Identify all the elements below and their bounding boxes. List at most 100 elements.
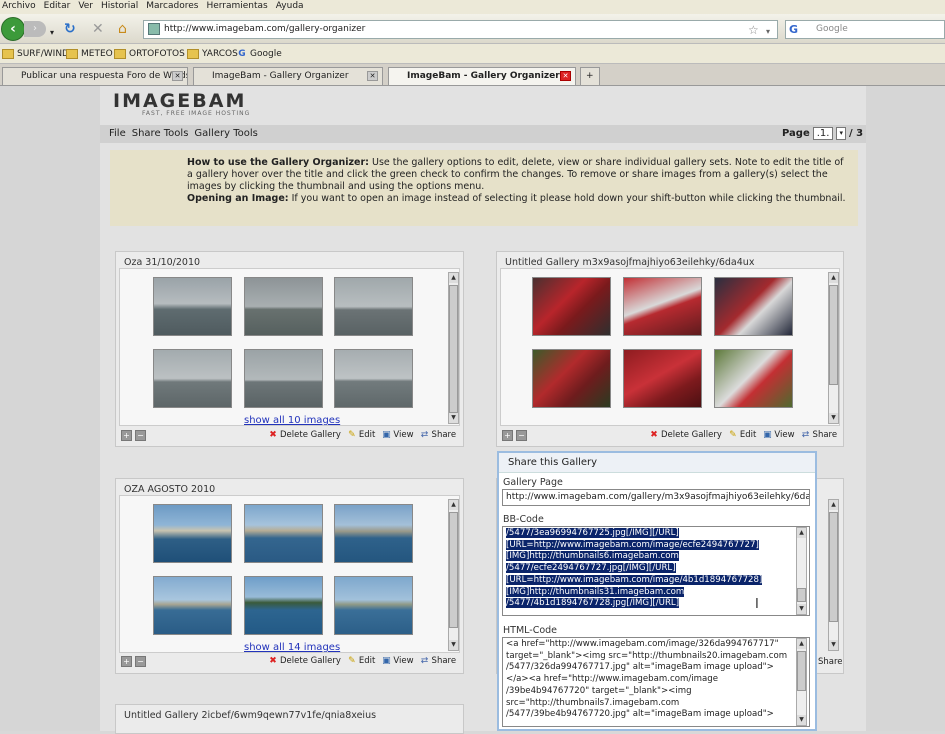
scrollbar-thumb[interactable] bbox=[829, 512, 838, 622]
menu-historial[interactable]: Historial bbox=[101, 0, 138, 14]
gallery-scrollbar[interactable]: ▲ ▼ bbox=[828, 272, 839, 424]
thumbnail[interactable] bbox=[244, 504, 323, 563]
forward-arrow-icon[interactable]: › bbox=[24, 21, 46, 37]
collapse-icon[interactable]: − bbox=[516, 430, 527, 441]
bb-code-scrollbar[interactable]: ▲ ▼ bbox=[796, 527, 807, 615]
new-tab-button[interactable]: + bbox=[580, 67, 600, 85]
menu-herramientas[interactable]: Herramientas bbox=[206, 0, 267, 14]
menu-ayuda[interactable]: Ayuda bbox=[276, 0, 304, 14]
thumbnail[interactable] bbox=[153, 576, 232, 635]
gallery-title[interactable]: Untitled Gallery 2icbef/6wm9qewn77v1fe/q… bbox=[124, 710, 376, 721]
share-button-partial[interactable]: Share bbox=[818, 657, 843, 667]
menu-editar[interactable]: Editar bbox=[44, 0, 71, 14]
bb-code-textarea[interactable]: /5477/3ea9699476772​5.jpg[/IMG][/URL] [U… bbox=[502, 526, 810, 616]
scroll-up-icon[interactable]: ▲ bbox=[449, 273, 458, 283]
html-code-textarea[interactable]: <a href="http://www.imagebam.com/image/3… bbox=[502, 637, 810, 727]
scroll-up-icon[interactable]: ▲ bbox=[449, 500, 458, 510]
thumbnail[interactable] bbox=[153, 349, 232, 408]
thumbnail[interactable] bbox=[623, 349, 702, 408]
bookmark-google[interactable]: G Google bbox=[237, 49, 281, 59]
show-all-link[interactable]: show all 10 images bbox=[244, 415, 340, 426]
thumbnail[interactable] bbox=[153, 504, 232, 563]
html-code-scrollbar[interactable]: ▲ ▼ bbox=[796, 638, 807, 726]
thumbnail[interactable] bbox=[153, 277, 232, 336]
bookmark-surf-wind[interactable]: SURF/WIND bbox=[2, 49, 69, 59]
scroll-down-icon[interactable]: ▼ bbox=[797, 715, 806, 725]
share-button[interactable]: ⇄ Share bbox=[420, 430, 456, 440]
menu-gallery-tools[interactable]: Gallery Tools bbox=[194, 125, 257, 143]
history-dropdown-icon[interactable]: ▾ bbox=[50, 24, 54, 42]
scroll-down-icon[interactable]: ▼ bbox=[829, 640, 838, 650]
gallery-scrollbar[interactable]: ▲ ▼ bbox=[828, 499, 839, 651]
tab-gallery-organizer-active[interactable]: ImageBam - Gallery Organizer ✕ bbox=[388, 67, 576, 85]
thumbnail[interactable] bbox=[244, 349, 323, 408]
bookmark-ortofotos[interactable]: ORTOFOTOS bbox=[114, 49, 185, 59]
delete-gallery-button[interactable]: ✖ Delete Gallery bbox=[268, 656, 341, 666]
scroll-down-icon[interactable]: ▼ bbox=[449, 640, 458, 650]
page-dropdown-icon[interactable]: ▾ bbox=[836, 127, 846, 140]
delete-gallery-button[interactable]: ✖ Delete Gallery bbox=[268, 430, 341, 440]
gallery-scrollbar[interactable]: ▲ ▼ bbox=[448, 272, 459, 424]
collapse-icon[interactable]: − bbox=[135, 656, 146, 667]
scroll-down-icon[interactable]: ▼ bbox=[797, 604, 806, 614]
share-button[interactable]: ⇄ Share bbox=[801, 430, 837, 440]
tab-foro[interactable]: Publicar una respuesta Foro de Windsu...… bbox=[2, 67, 188, 85]
share-button[interactable]: ⇄ Share bbox=[420, 656, 456, 666]
thumbnail[interactable] bbox=[532, 349, 611, 408]
thumbnail[interactable] bbox=[334, 576, 413, 635]
scrollbar-thumb[interactable] bbox=[797, 651, 806, 691]
gallery-title[interactable]: Oza 31/10/2010 bbox=[124, 257, 200, 268]
stop-icon[interactable]: ✕ bbox=[92, 20, 104, 38]
expand-icon[interactable]: + bbox=[502, 430, 513, 441]
page-select[interactable]: .1. bbox=[812, 127, 834, 140]
collapse-icon[interactable]: − bbox=[135, 430, 146, 441]
menu-share-tools[interactable]: Share Tools bbox=[132, 125, 189, 143]
edit-button[interactable]: ✎ Edit bbox=[347, 430, 375, 440]
scroll-up-icon[interactable]: ▲ bbox=[829, 273, 838, 283]
tab-close-icon[interactable]: ✕ bbox=[172, 71, 183, 81]
show-all-link[interactable]: show all 14 images bbox=[244, 642, 340, 653]
scroll-down-icon[interactable]: ▼ bbox=[449, 413, 458, 423]
thumbnail[interactable] bbox=[623, 277, 702, 336]
view-button[interactable]: ▣ View bbox=[381, 656, 413, 666]
bookmark-meteo[interactable]: METEO bbox=[66, 49, 113, 59]
scroll-up-icon[interactable]: ▲ bbox=[797, 639, 806, 649]
gallery-title[interactable]: OZA AGOSTO 2010 bbox=[124, 484, 215, 495]
view-button[interactable]: ▣ View bbox=[762, 430, 794, 440]
scroll-up-icon[interactable]: ▲ bbox=[829, 500, 838, 510]
bookmark-star-icon[interactable]: ☆ bbox=[748, 21, 759, 39]
gallery-title[interactable]: Untitled Gallery m3x9asojfmajhiyo63eileh… bbox=[505, 257, 754, 268]
back-arrow-icon[interactable]: ‹ bbox=[1, 17, 25, 41]
delete-gallery-button[interactable]: ✖ Delete Gallery bbox=[649, 430, 722, 440]
edit-button[interactable]: ✎ Edit bbox=[728, 430, 756, 440]
thumbnail[interactable] bbox=[714, 277, 793, 336]
expand-icon[interactable]: + bbox=[121, 430, 132, 441]
thumbnail[interactable] bbox=[714, 349, 793, 408]
menu-file[interactable]: File bbox=[109, 125, 126, 143]
thumbnail[interactable] bbox=[532, 277, 611, 336]
imagebam-logo[interactable]: IMAGEBAM bbox=[113, 90, 246, 112]
tab-gallery-organizer-1[interactable]: ImageBam - Gallery Organizer ✕ bbox=[193, 67, 383, 85]
gallery-page-url-field[interactable]: http://www.imagebam.com/gallery/m3x9asoj… bbox=[502, 489, 810, 506]
menu-archivo[interactable]: Archivo bbox=[2, 0, 36, 14]
menu-marcadores[interactable]: Marcadores bbox=[146, 0, 198, 14]
tab-close-icon[interactable]: ✕ bbox=[560, 71, 571, 81]
url-dropdown-icon[interactable]: ▾ bbox=[766, 23, 770, 41]
scrollbar-thumb[interactable] bbox=[829, 285, 838, 385]
thumbnail[interactable] bbox=[334, 504, 413, 563]
reload-icon[interactable]: ↻ bbox=[64, 20, 76, 38]
thumbnail[interactable] bbox=[334, 349, 413, 408]
scrollbar-thumb[interactable] bbox=[449, 285, 458, 413]
thumbnail[interactable] bbox=[334, 277, 413, 336]
scrollbar-thumb[interactable] bbox=[449, 512, 458, 628]
thumbnail[interactable] bbox=[244, 576, 323, 635]
menu-ver[interactable]: Ver bbox=[78, 0, 93, 14]
thumbnail[interactable] bbox=[244, 277, 323, 336]
address-bar[interactable]: http://www.imagebam.com/gallery-organize… bbox=[143, 20, 778, 39]
expand-icon[interactable]: + bbox=[121, 656, 132, 667]
gallery-scrollbar[interactable]: ▲ ▼ bbox=[448, 499, 459, 651]
scroll-up-icon[interactable]: ▲ bbox=[797, 528, 806, 538]
scrollbar-thumb[interactable] bbox=[797, 588, 806, 602]
home-icon[interactable]: ⌂ bbox=[118, 20, 127, 38]
edit-button[interactable]: ✎ Edit bbox=[347, 656, 375, 666]
